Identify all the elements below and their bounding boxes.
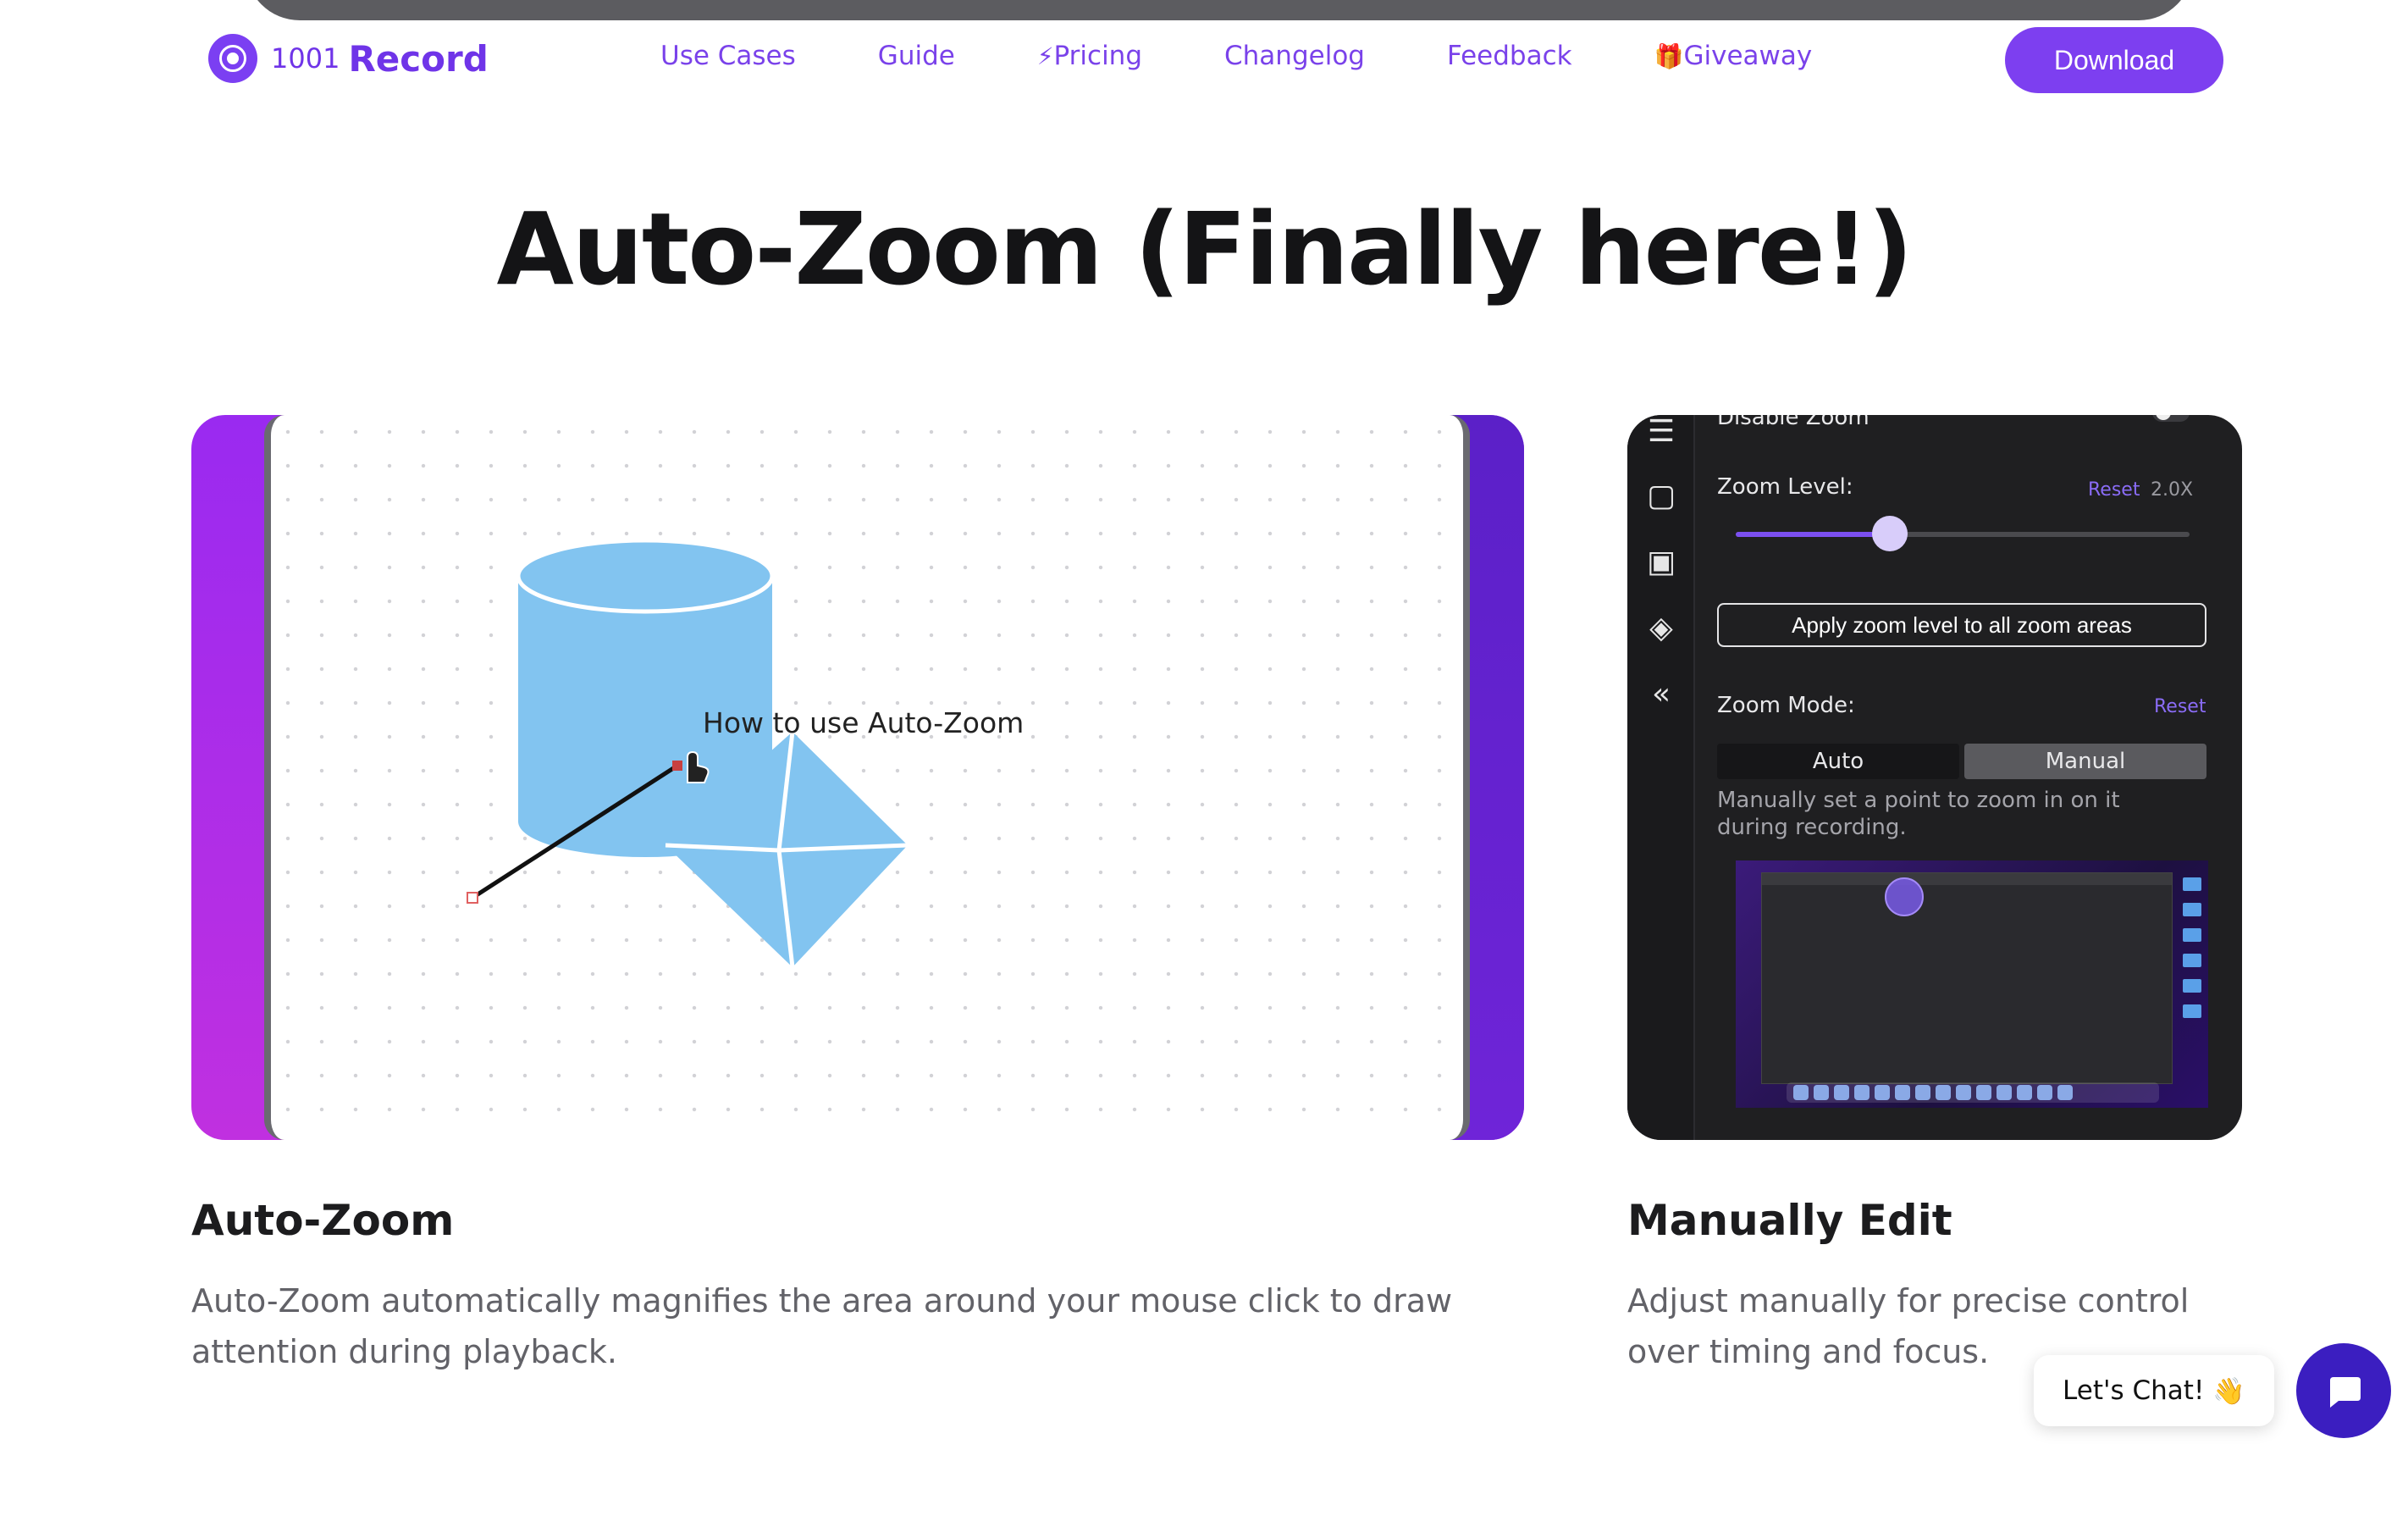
apply-zoom-all-button[interactable]: Apply zoom level to all zoom areas <box>1717 603 2206 647</box>
disable-zoom-label: Disable Zoom <box>1717 415 1870 430</box>
description-line: Adjust manually for precise control <box>1627 1282 2190 1320</box>
preview-desktop-icons <box>2183 877 2201 1072</box>
zoom-mode-description-line2: during recording. <box>1717 815 1907 840</box>
section-title: Auto-Zoom (Finally here!) <box>496 191 1913 307</box>
description-line: Auto-Zoom automatically magnifies the ar… <box>191 1282 1453 1320</box>
logo-record-icon <box>208 34 257 83</box>
waving-hand-icon: 👋 <box>2212 1375 2245 1407</box>
logo-name: Record <box>348 37 489 80</box>
nav-link-label: Guide <box>877 41 955 71</box>
open-chat-button[interactable] <box>2296 1343 2391 1438</box>
nav-link-changelog[interactable]: Changelog <box>1224 41 1365 71</box>
logo[interactable]: 1001 Record <box>208 34 489 83</box>
top-navigation: 1001 Record Use Cases Guide ⚡Pricing Cha… <box>0 25 2408 93</box>
chat-label: Let's Chat! <box>2063 1375 2205 1406</box>
nav-link-use-cases[interactable]: Use Cases <box>660 41 796 71</box>
preview-dock <box>1787 1082 2159 1103</box>
preview-window <box>1761 872 2173 1084</box>
slider-handle[interactable] <box>1872 516 1908 551</box>
image-icon[interactable]: ▣ <box>1644 545 1678 579</box>
cylinder-top <box>516 538 775 614</box>
nav-link-label: Giveaway <box>1683 41 1813 71</box>
zoom-mode-manual-option[interactable]: Manual <box>1964 744 2206 779</box>
recording-preview-thumbnail <box>1736 860 2208 1108</box>
disable-zoom-toggle[interactable] <box>2152 415 2190 422</box>
auto-zoom-demo-card: How to use Auto-Zoom <box>191 415 1524 1140</box>
feature-title-auto-zoom: Auto-Zoom <box>191 1196 455 1245</box>
zoom-point-marker <box>1885 877 1924 916</box>
canvas-text-label: How to use Auto-Zoom <box>703 706 1025 739</box>
zoom-mode-label: Zoom Mode: <box>1717 693 1855 718</box>
drop-icon[interactable]: ◈ <box>1644 611 1678 645</box>
nav-link-guide[interactable]: Guide <box>878 41 955 71</box>
lightning-icon: ⚡ <box>1036 42 1054 70</box>
zoom-mode-description-line1: Manually set a point to zoom in on it <box>1717 788 2120 813</box>
zoom-level-slider[interactable] <box>1736 516 2190 551</box>
zoom-mode-auto-option[interactable]: Auto <box>1717 744 1959 779</box>
manual-edit-panel-card: ☰ ▢ ▣ ◈ « Disable Zoom Zoom Level: Reset… <box>1627 415 2242 1140</box>
demo-shapes <box>467 538 909 968</box>
demo-canvas: How to use Auto-Zoom <box>264 415 1470 1140</box>
nav-link-label: Feedback <box>1446 41 1572 71</box>
nav-link-label: Pricing <box>1053 41 1143 71</box>
gift-icon: 🎁 <box>1654 42 1684 70</box>
download-button[interactable]: Download <box>2005 27 2223 93</box>
logo-number: 1001 <box>271 42 340 75</box>
slider-fill <box>1736 532 1891 537</box>
chat-prompt-bubble[interactable]: Let's Chat! 👋 <box>2034 1355 2274 1426</box>
chat-icon <box>2330 1377 2361 1408</box>
frame-icon[interactable]: ▢ <box>1644 479 1678 513</box>
zoom-level-value: 2.0X <box>2151 479 2194 501</box>
zoom-level-reset-link[interactable]: Reset <box>2088 479 2140 501</box>
nav-link-feedback[interactable]: Feedback <box>1447 41 1572 71</box>
line-handle-end <box>672 761 682 771</box>
nav-links: Use Cases Guide ⚡Pricing Changelog Feedb… <box>660 41 1894 71</box>
zoom-mode-reset-link[interactable]: Reset <box>2154 696 2206 717</box>
sliders-icon[interactable]: ☰ <box>1644 415 1678 449</box>
transition-icon[interactable]: « <box>1644 678 1678 711</box>
zoom-level-label: Zoom Level: <box>1717 474 1853 500</box>
nav-link-giveaway[interactable]: 🎁Giveaway <box>1654 41 1813 71</box>
description-line: attention during playback. <box>191 1333 617 1370</box>
feature-title-manually-edit: Manually Edit <box>1627 1196 1952 1245</box>
preview-window-titlebar <box>1762 873 2172 885</box>
nav-link-label: Changelog <box>1224 41 1365 71</box>
panel-tool-rail: ☰ ▢ ▣ ◈ « <box>1627 415 1695 1140</box>
feature-description-auto-zoom: Auto-Zoom automatically magnifies the ar… <box>191 1275 1452 1377</box>
toggle-knob <box>2156 415 2171 420</box>
nav-link-pricing[interactable]: ⚡Pricing <box>1037 41 1142 71</box>
nav-link-label: Use Cases <box>660 41 796 71</box>
previous-section-frame <box>246 0 2193 20</box>
line-handle-start <box>467 892 478 904</box>
